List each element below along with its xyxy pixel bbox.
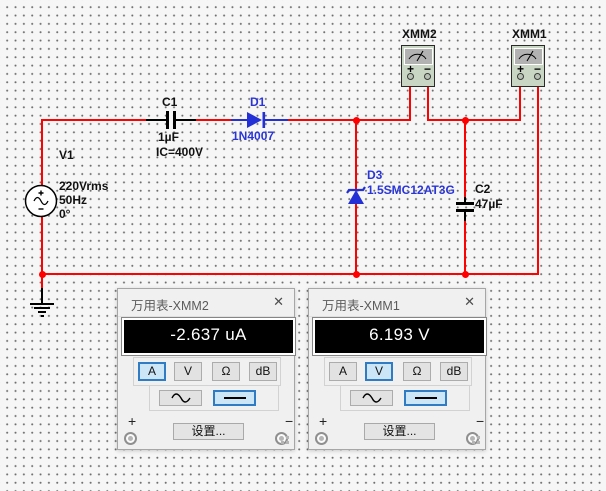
label-c2-ref: C2 xyxy=(475,182,490,196)
wire-junction xyxy=(462,271,469,278)
label-d1-value: 1N4007 xyxy=(232,129,274,143)
mode-button-ampere[interactable]: A xyxy=(138,362,166,381)
wire[interactable] xyxy=(464,211,466,221)
multimeter-xmm1-icon[interactable]: + − xyxy=(511,45,545,87)
settings-button[interactable]: 设置... xyxy=(364,423,435,440)
dialog-title: 万用表-XMM1 xyxy=(322,295,400,314)
mode-button-ohm[interactable]: Ω xyxy=(403,362,431,381)
wire[interactable] xyxy=(355,119,357,190)
sine-icon xyxy=(170,392,192,404)
label-d1-ref: D1 xyxy=(250,95,265,109)
label-d3-ref: D3 xyxy=(367,168,382,182)
wire[interactable] xyxy=(41,119,43,185)
ac-mode-button[interactable] xyxy=(350,390,393,406)
sine-icon xyxy=(361,392,383,404)
mode-button-ohm[interactable]: Ω xyxy=(212,362,240,381)
wire[interactable] xyxy=(265,119,288,121)
dc-line-icon xyxy=(415,397,437,399)
wire[interactable] xyxy=(196,119,231,121)
dialog-titlebar[interactable]: 万用表-XMM2 ✕ xyxy=(118,289,294,317)
wire-junction xyxy=(353,271,360,278)
label-v1-freq: 50Hz xyxy=(59,193,87,207)
ac-source-v1-symbol[interactable] xyxy=(23,183,59,219)
mode-button-volt[interactable]: V xyxy=(174,362,202,381)
dialog-title: 万用表-XMM2 xyxy=(131,295,209,314)
capacitor-c2-symbol[interactable] xyxy=(456,202,474,212)
probe-terminal-plus xyxy=(124,432,137,445)
label-d3-value: 1.5SMC12AT3G xyxy=(367,183,455,197)
minus-label: − xyxy=(285,413,293,429)
wire[interactable] xyxy=(464,221,466,274)
reading-value: 6.193 V xyxy=(315,320,484,353)
close-icon[interactable]: ✕ xyxy=(273,294,284,310)
wire[interactable] xyxy=(146,119,167,121)
close-icon[interactable]: ✕ xyxy=(464,294,475,310)
resize-grip[interactable] xyxy=(286,441,289,444)
label-c1-ic: IC=400V xyxy=(156,145,203,159)
dc-mode-button[interactable] xyxy=(213,390,256,406)
label-xmm2: XMM2 xyxy=(402,27,437,41)
mode-button-db[interactable]: dB xyxy=(440,362,468,381)
wire[interactable] xyxy=(537,87,539,275)
label-v1-ref: V1 xyxy=(59,148,74,162)
minus-label: − xyxy=(476,413,484,429)
ground-symbol[interactable] xyxy=(28,301,56,319)
tvs-diode-d3-symbol[interactable] xyxy=(345,182,367,206)
mode-button-ampere[interactable]: A xyxy=(329,362,357,381)
wire[interactable] xyxy=(464,119,466,197)
multimeter-dialog-xmm1: 万用表-XMM1 ✕ 6.193 V A V Ω dB + − 设置... xyxy=(308,288,486,450)
dc-line-icon xyxy=(224,397,246,399)
wire-junction xyxy=(462,117,469,124)
multimeter-xmm2-icon[interactable]: + − xyxy=(401,45,435,87)
reading-value: -2.637 uA xyxy=(124,320,293,353)
diode-d1-symbol[interactable] xyxy=(246,111,268,129)
wire[interactable] xyxy=(355,204,357,274)
label-c2-value: 47µF xyxy=(475,197,503,211)
ac-mode-button[interactable] xyxy=(159,390,202,406)
label-v1-phase: 0° xyxy=(59,207,70,221)
wire[interactable] xyxy=(41,119,146,121)
label-v1-value: 220Vrms xyxy=(59,179,108,193)
terminal-minus xyxy=(534,73,541,80)
wire[interactable] xyxy=(41,216,43,289)
label-c1-ref: C1 xyxy=(162,95,177,109)
schematic-canvas[interactable]: V1 220Vrms 50Hz 0° C1 1µF IC=400V D1 1N4… xyxy=(0,0,606,491)
terminal-minus xyxy=(424,73,431,80)
wire[interactable] xyxy=(427,87,429,120)
wire[interactable] xyxy=(176,119,196,121)
reading-display-frame: -2.637 uA xyxy=(121,317,296,356)
terminal-plus xyxy=(407,73,414,80)
dialog-titlebar[interactable]: 万用表-XMM1 ✕ xyxy=(309,289,485,317)
reading-display-frame: 6.193 V xyxy=(312,317,487,356)
probe-terminal-plus xyxy=(315,432,328,445)
mode-button-db[interactable]: dB xyxy=(249,362,277,381)
resize-grip[interactable] xyxy=(477,441,480,444)
plus-label: + xyxy=(319,413,327,429)
multimeter-dialog-xmm2: 万用表-XMM2 ✕ -2.637 uA A V Ω dB + − 设置... xyxy=(117,288,295,450)
capacitor-c1-symbol[interactable] xyxy=(165,111,178,129)
dc-mode-button[interactable] xyxy=(404,390,447,406)
label-xmm1: XMM1 xyxy=(512,27,547,41)
mode-button-volt[interactable]: V xyxy=(365,362,393,381)
wire-junction xyxy=(39,271,46,278)
wire[interactable] xyxy=(288,119,411,121)
plus-label: + xyxy=(128,413,136,429)
label-c1-value: 1µF xyxy=(158,130,179,144)
wire[interactable] xyxy=(409,87,411,120)
terminal-plus xyxy=(517,73,524,80)
wire-junction xyxy=(353,117,360,124)
wire[interactable] xyxy=(427,119,521,121)
wire[interactable] xyxy=(519,87,521,120)
settings-button[interactable]: 设置... xyxy=(173,423,244,440)
